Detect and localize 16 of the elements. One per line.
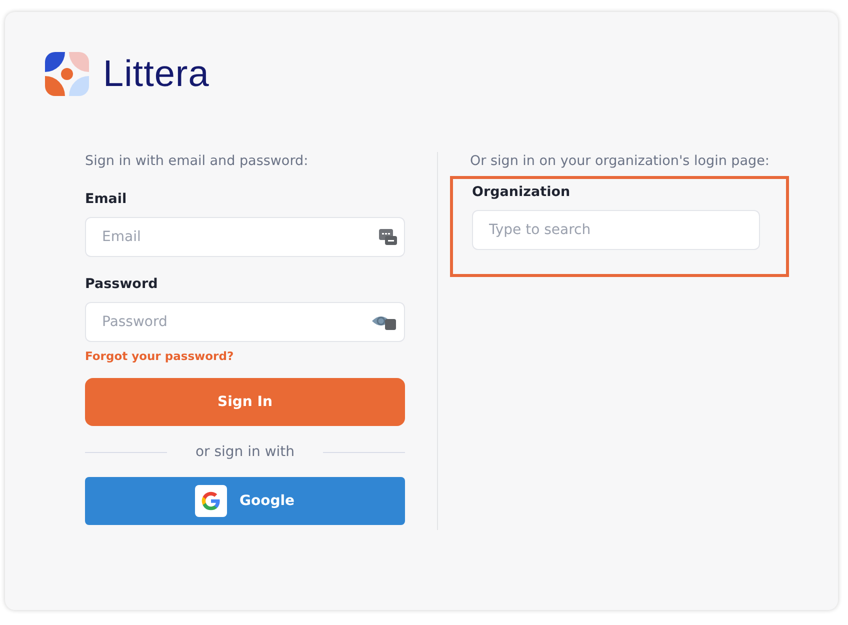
logo-icon	[45, 52, 89, 96]
password-field[interactable]: Password	[85, 302, 405, 342]
email-field[interactable]: Email	[85, 217, 405, 257]
keyboard-icon[interactable]	[379, 228, 397, 246]
section-heading: Sign in with email and password:	[85, 152, 308, 170]
organization-search-field[interactable]: Type to search	[472, 210, 760, 250]
password-label: Password	[85, 275, 158, 293]
sign-in-button[interactable]: Sign In	[85, 378, 405, 426]
email-label: Email	[85, 190, 127, 208]
forgot-password-link[interactable]: Forgot your password?	[85, 349, 234, 363]
section-heading: Or sign in on your organization's login page:	[470, 152, 770, 170]
organization-label: Organization	[472, 184, 570, 200]
brand-name: Littera	[103, 53, 210, 95]
divider-text: or sign in with	[195, 444, 295, 460]
google-g-icon	[195, 485, 228, 517]
google-sign-in-button[interactable]: Google	[85, 477, 405, 525]
